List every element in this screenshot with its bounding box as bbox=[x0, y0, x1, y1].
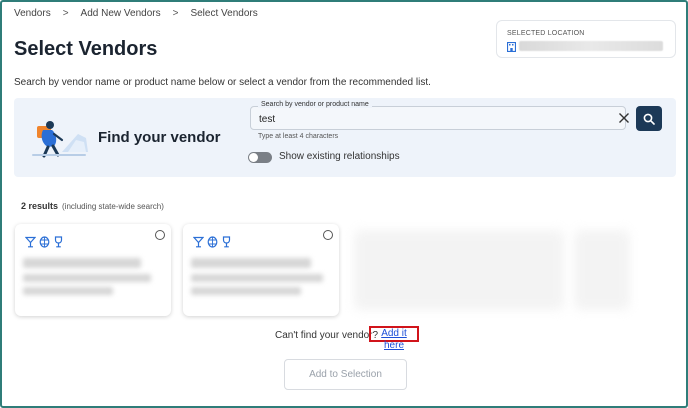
add-to-selection-button[interactable]: Add to Selection bbox=[284, 359, 407, 390]
breadcrumb: Vendors > Add New Vendors > Select Vendo… bbox=[14, 8, 258, 19]
vendor-card[interactable] bbox=[183, 224, 339, 316]
vendor-search-input[interactable] bbox=[259, 111, 599, 127]
results-count-value: 2 results bbox=[21, 201, 59, 211]
vendor-category-icons bbox=[25, 236, 64, 248]
vendor-search-illustration bbox=[32, 121, 88, 158]
building-icon bbox=[507, 42, 516, 52]
selected-location-card: SELECTED LOCATION bbox=[496, 20, 676, 58]
vendor-detail-redacted bbox=[191, 274, 323, 282]
vendor-card[interactable] bbox=[15, 224, 171, 316]
wine-glass-icon bbox=[222, 236, 231, 248]
vendor-detail-redacted bbox=[23, 287, 113, 295]
app-frame: Vendors > Add New Vendors > Select Vendo… bbox=[0, 0, 688, 408]
vendor-name-redacted bbox=[23, 258, 141, 268]
vendor-select-radio[interactable] bbox=[323, 230, 333, 240]
show-existing-relationships-toggle[interactable] bbox=[248, 152, 272, 163]
page-instructions: Search by vendor name or product name be… bbox=[14, 77, 431, 88]
selected-location-value-redacted bbox=[519, 41, 663, 51]
vendor-search-label: Search by vendor or product name bbox=[258, 101, 372, 108]
redacted-region bbox=[354, 230, 564, 310]
vendor-name-redacted bbox=[191, 258, 311, 268]
cant-find-vendor-text: Can't find your vendor? bbox=[275, 330, 379, 341]
results-scope: (including state-wide search) bbox=[62, 202, 164, 211]
vendor-category-icons bbox=[193, 236, 232, 248]
vendor-detail-redacted bbox=[23, 274, 151, 282]
search-button[interactable] bbox=[636, 106, 662, 131]
vendor-select-radio[interactable] bbox=[155, 230, 165, 240]
selected-location-label: SELECTED LOCATION bbox=[507, 30, 585, 37]
redacted-region bbox=[574, 230, 630, 310]
breadcrumb-vendors[interactable]: Vendors bbox=[14, 8, 51, 19]
clear-search-icon[interactable] bbox=[618, 112, 630, 124]
results-count: 2 results (including state-wide search) bbox=[21, 201, 164, 211]
search-icon bbox=[643, 113, 655, 125]
breadcrumb-separator: > bbox=[172, 8, 179, 19]
breadcrumb-separator: > bbox=[62, 8, 69, 19]
add-vendor-link[interactable]: Add it here bbox=[369, 326, 419, 351]
beer-barrel-icon bbox=[39, 236, 50, 248]
breadcrumb-current: Select Vendors bbox=[190, 8, 258, 19]
wine-glass-icon bbox=[54, 236, 63, 248]
toggle-knob bbox=[249, 153, 258, 162]
beer-barrel-icon bbox=[207, 236, 218, 248]
show-existing-relationships-label: Show existing relationships bbox=[279, 151, 400, 162]
vendor-search-panel: Find your vendor Search by vendor or pro… bbox=[14, 98, 676, 177]
vendor-search-box bbox=[250, 106, 626, 130]
page-title: Select Vendors bbox=[14, 38, 158, 60]
search-hint: Type at least 4 characters bbox=[258, 133, 339, 140]
cocktail-glass-icon bbox=[25, 236, 36, 248]
vendor-detail-redacted bbox=[191, 287, 301, 295]
cocktail-glass-icon bbox=[193, 236, 204, 248]
breadcrumb-add-new-vendors[interactable]: Add New Vendors bbox=[81, 8, 161, 19]
find-vendor-title: Find your vendor bbox=[98, 129, 221, 146]
